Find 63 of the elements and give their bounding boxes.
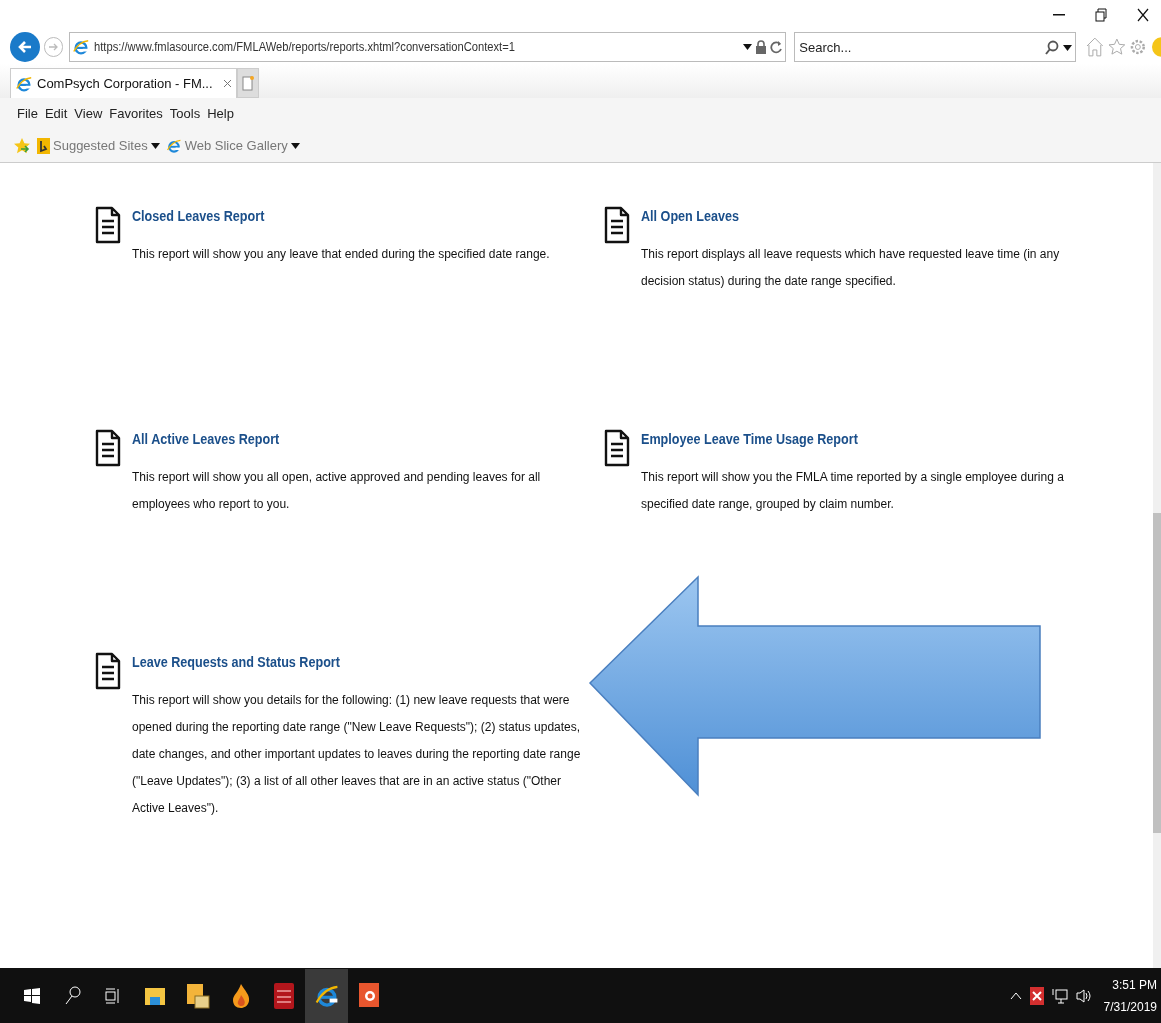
menu-item[interactable]: View [74, 104, 103, 124]
error-x-icon[interactable] [1029, 986, 1044, 1005]
favorites-link[interactable]: Suggested Sites [37, 136, 160, 156]
address-bar[interactable]: https://www.fmlasource.com/FMLAWeb/reports/reports.xhtml?conversationContext=1 [69, 32, 787, 62]
report-description: This report will show you the FMLA time reported by a single employee during a specified date range, grouped by claim number. [641, 469, 1065, 513]
caret-icon [1063, 44, 1072, 51]
browser-logo-icon [15, 74, 33, 93]
mail-app-icon [185, 982, 210, 1009]
back-arrow-icon [16, 39, 33, 55]
menu-item[interactable]: Favorites [109, 104, 163, 124]
document-icon [95, 429, 121, 467]
report-description: This report will show you details for the following: (1) new leave requests that were opened during the reporting date range ("New Leave Requests"); (2) status updates, date changes, and other important updates to leaves during the reporting date range ("Leave Updates"); (3) a list of all other leaves that are in an active status ("Other Active Leaves"). [132, 692, 582, 817]
favorites-star-icon[interactable] [13, 137, 31, 155]
chevron-up-icon[interactable] [1009, 991, 1022, 1000]
document-icon [95, 652, 121, 690]
menu-item[interactable]: File [17, 104, 38, 124]
lock-icon [756, 40, 767, 54]
favorites-link[interactable]: Web Slice Gallery [165, 136, 300, 156]
document-icon [95, 206, 121, 244]
b-logo-icon [37, 138, 50, 154]
caret-icon [150, 143, 160, 149]
minimize-icon[interactable] [1053, 14, 1065, 16]
document-icon [604, 429, 630, 467]
report-description: This report displays all leave requests which have requested leave time (in any decision status) during the date range specified. [641, 246, 1061, 290]
menu-item[interactable]: Edit [44, 104, 68, 124]
start-icon[interactable] [24, 987, 40, 1004]
refresh-icon[interactable] [770, 40, 784, 54]
network-icon[interactable] [1051, 987, 1068, 1004]
taskbar-app-button[interactable] [305, 968, 348, 1023]
browser-logo-icon [165, 138, 182, 154]
report-description: This report will show you all open, active approved and pending leaves for all employees who report to you. [132, 469, 542, 513]
star-icon[interactable] [1107, 38, 1126, 56]
close-tab-icon[interactable] [222, 79, 232, 88]
caret-icon [743, 44, 753, 50]
menu-item[interactable]: Help [207, 104, 234, 124]
browser-logo-icon [72, 38, 91, 56]
back-button[interactable] [10, 32, 40, 62]
report-link[interactable]: Employee Leave Time Usage Report [641, 429, 858, 450]
slides-app-icon [358, 982, 381, 1009]
tab-title: ComPsych Corporation - FM... [37, 74, 213, 93]
report-link[interactable]: Closed Leaves Report [132, 206, 265, 227]
search-icon[interactable] [65, 985, 81, 1006]
clock-date[interactable]: 7/31/2019 [1103, 995, 1157, 1018]
report-link[interactable]: All Open Leaves [641, 206, 740, 227]
report-description: This report will show you any leave that ended during the specified date range. [132, 246, 551, 263]
menu-item[interactable]: Tools [169, 104, 201, 124]
document-icon [604, 206, 630, 244]
search-icon[interactable] [1045, 40, 1059, 55]
new-tab-icon [241, 75, 254, 91]
browser-tab[interactable]: ComPsych Corporation - FM... [10, 68, 237, 98]
caret-icon [290, 143, 300, 149]
clock-time[interactable]: 3:51 PM [1112, 973, 1157, 996]
report-link[interactable]: Leave Requests and Status Report [132, 652, 340, 673]
forward-arrow-icon [48, 42, 59, 52]
close-icon[interactable] [1137, 8, 1149, 22]
restore-icon[interactable] [1095, 8, 1107, 22]
search-field[interactable]: Search... [794, 32, 1076, 62]
task-view-icon[interactable] [105, 986, 121, 1005]
flame-icon [230, 982, 251, 1009]
volume-icon[interactable] [1075, 987, 1092, 1004]
app-icon [273, 982, 294, 1009]
report-link[interactable]: All Active Leaves Report [132, 429, 280, 450]
address-url: https://www.fmlasource.com/FMLAWeb/reports/reports.xhtml?conversationContext=1 [94, 38, 517, 57]
